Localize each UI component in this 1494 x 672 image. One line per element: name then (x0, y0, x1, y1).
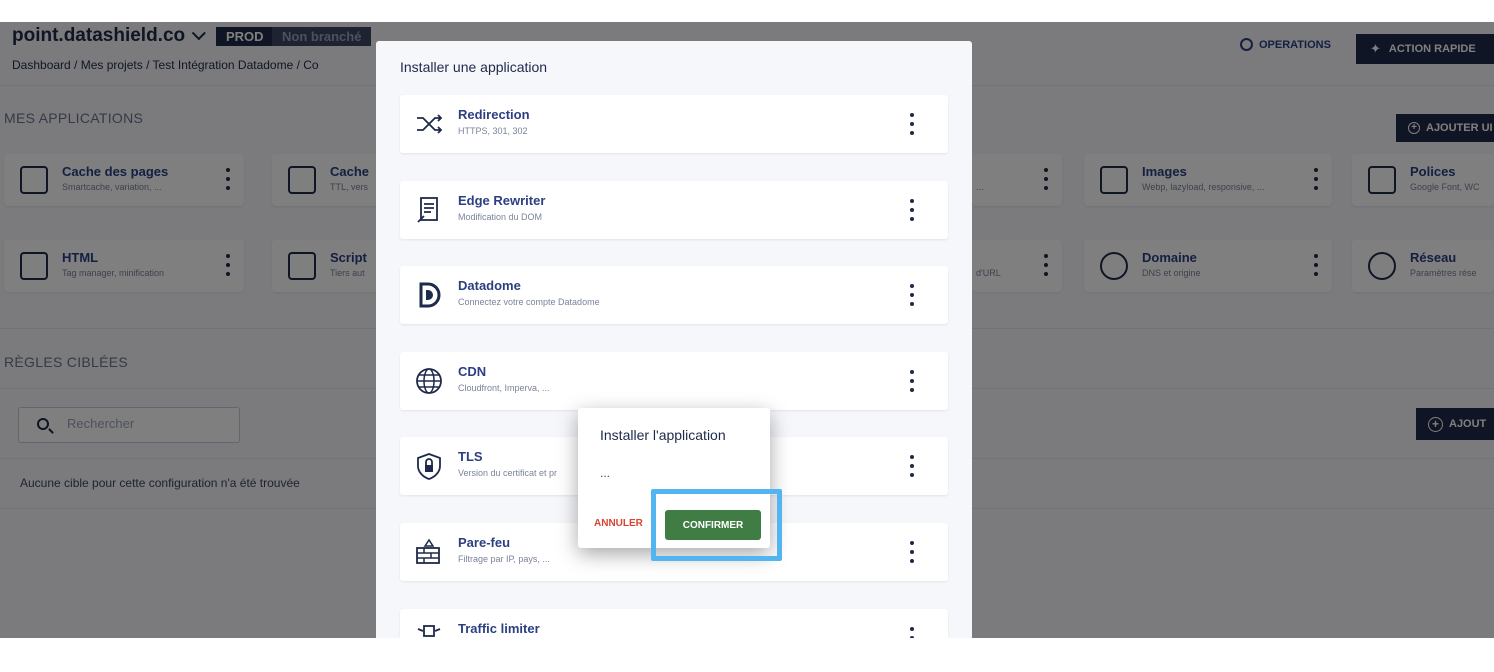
modal-app-subtitle: HTTPS, 301, 302 (458, 126, 528, 136)
traffic-limiter-icon (417, 625, 441, 637)
modal-app-title: CDN (458, 364, 487, 379)
confirm-button[interactable]: CONFIRMER (665, 510, 761, 540)
modal-title: Installer une application (400, 59, 548, 75)
kebab-menu-icon[interactable] (910, 199, 914, 221)
modal-app-item[interactable]: CDN Cloudfront, Imperva, ... (400, 352, 948, 410)
modal-app-title: Traffic limiter (458, 621, 540, 636)
modal-app-item[interactable]: Datadome Connectez votre compte Datadome (400, 266, 948, 324)
firewall-icon (416, 538, 440, 564)
confirm-dialog-body: ... (600, 466, 611, 480)
confirm-dialog-title: Installer l'application (600, 427, 726, 443)
modal-app-subtitle: Filtrage par IP, pays, ... (458, 554, 550, 564)
modal-app-title: Redirection (458, 107, 530, 122)
kebab-menu-icon[interactable] (910, 370, 914, 392)
lock-shield-icon (417, 453, 441, 480)
modal-app-item[interactable]: Redirection HTTPS, 301, 302 (400, 95, 948, 153)
modal-app-subtitle: Modification du DOM (458, 212, 543, 222)
modal-app-item[interactable]: Edge Rewriter Modification du DOM (400, 181, 948, 239)
kebab-menu-icon[interactable] (910, 113, 914, 135)
kebab-menu-icon[interactable] (910, 541, 914, 563)
modal-app-title: Pare-feu (458, 535, 511, 550)
cancel-button[interactable]: ANNULER (594, 518, 643, 529)
globe-icon (416, 368, 442, 394)
kebab-menu-icon[interactable] (910, 455, 914, 477)
modal-app-title: Edge Rewriter (458, 193, 546, 208)
kebab-menu-icon[interactable] (910, 627, 914, 638)
modal-app-title: Datadome (458, 278, 521, 293)
modal-app-title: TLS (458, 449, 483, 464)
datadome-logo-icon (419, 282, 441, 308)
modal-app-subtitle: Version du certificat et pr (458, 468, 558, 478)
modal-app-item[interactable]: Traffic limiter (400, 609, 948, 638)
shuffle-icon (417, 114, 443, 134)
modal-app-subtitle: Connectez votre compte Datadome (458, 297, 600, 307)
kebab-menu-icon[interactable] (910, 284, 914, 306)
app-frame: point.datashield.co PROD Non branché Das… (0, 22, 1494, 638)
document-edit-icon (417, 197, 438, 223)
modal-app-subtitle: Cloudfront, Imperva, ... (458, 383, 550, 393)
